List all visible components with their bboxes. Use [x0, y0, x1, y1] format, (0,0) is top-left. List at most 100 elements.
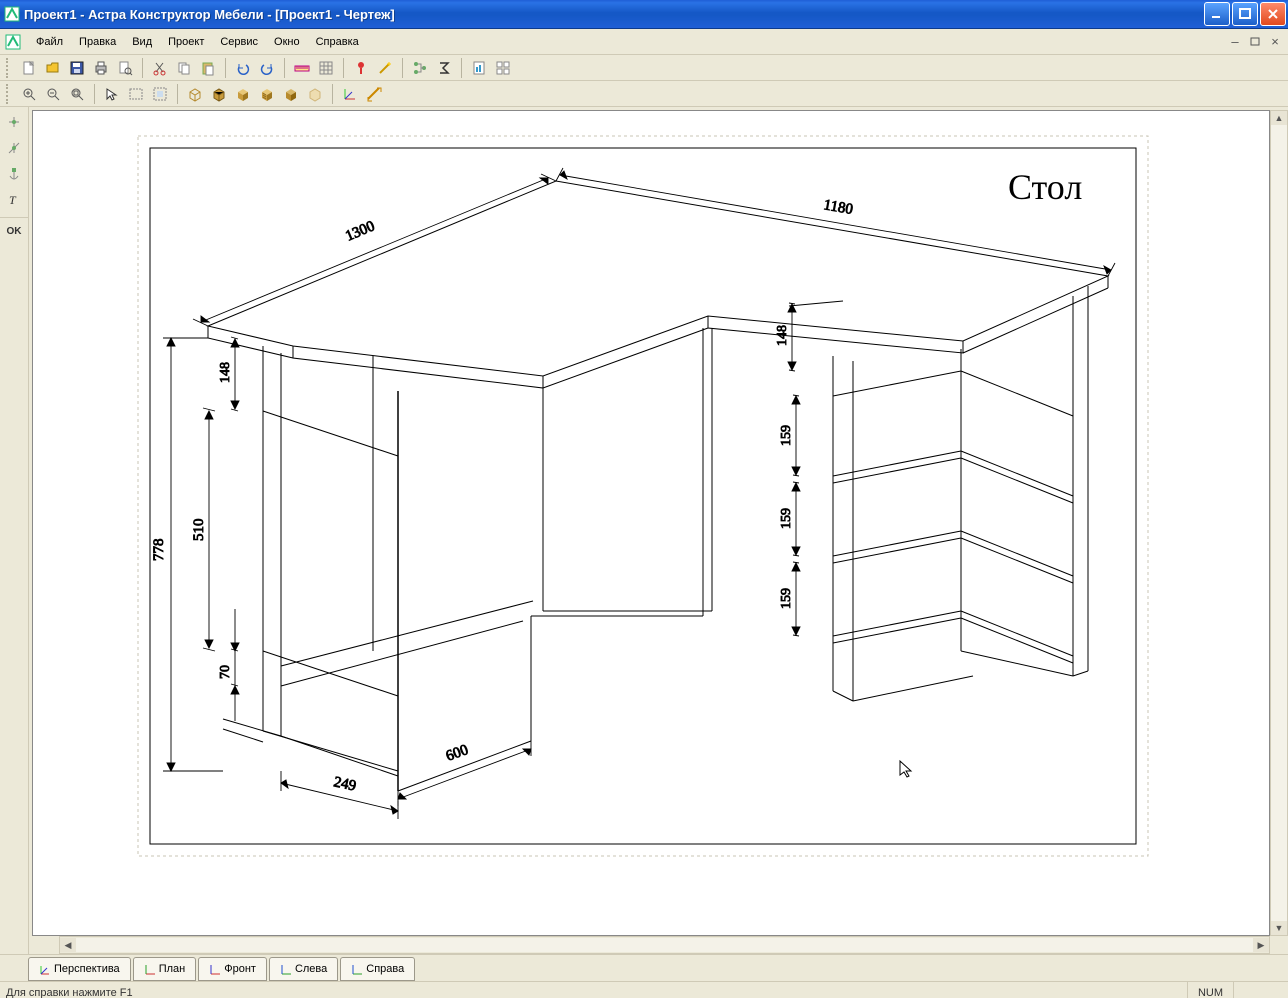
ok-button[interactable]: OK: [7, 226, 22, 237]
tab-label: План: [159, 963, 186, 975]
tab-label: Фронт: [224, 963, 256, 975]
dim-510: 510: [191, 519, 207, 542]
tab-left[interactable]: Слева: [269, 957, 338, 981]
measure-icon[interactable]: [363, 83, 385, 105]
scroll-track[interactable]: [76, 938, 1253, 952]
menubar: Файл Правка Вид Проект Сервис Окно Справ…: [0, 29, 1288, 55]
axis-swatch: [144, 964, 154, 974]
zoom-out-icon[interactable]: [42, 83, 64, 105]
tree-icon[interactable]: [409, 57, 431, 79]
mdi-close-icon[interactable]: ×: [1268, 35, 1282, 49]
sigma-icon[interactable]: [433, 57, 455, 79]
tab-label: Слева: [295, 963, 327, 975]
separator: [343, 58, 344, 78]
separator: [284, 58, 285, 78]
zoom-in-icon[interactable]: [18, 83, 40, 105]
menu-service[interactable]: Сервис: [212, 32, 266, 52]
dim-148b: 148: [775, 325, 790, 346]
separator: [94, 84, 95, 104]
select-icon[interactable]: [101, 83, 123, 105]
scroll-up-icon[interactable]: ▲: [1271, 111, 1287, 125]
snap-z-icon[interactable]: [3, 137, 25, 159]
dim-148a: 148: [218, 362, 233, 383]
text-tool-icon[interactable]: T: [3, 189, 25, 211]
tab-front[interactable]: Фронт: [198, 957, 267, 981]
open-icon[interactable]: [42, 57, 64, 79]
redo-icon[interactable]: [256, 57, 278, 79]
axes-icon[interactable]: [339, 83, 361, 105]
status-hint: Для справки нажмите F1: [6, 987, 133, 998]
tab-plan[interactable]: План: [133, 957, 197, 981]
separator: [0, 217, 28, 218]
dim-159b: 159: [779, 508, 794, 529]
cube-wire-icon[interactable]: [184, 83, 206, 105]
scroll-right-icon[interactable]: ▶: [1253, 938, 1269, 952]
report-icon[interactable]: [468, 57, 490, 79]
cube-solid-icon[interactable]: [208, 83, 230, 105]
status-empty: [1233, 982, 1282, 998]
horizontal-scrollbar[interactable]: ◀ ▶: [59, 936, 1270, 954]
select-all-icon[interactable]: [149, 83, 171, 105]
cube-ghost-icon[interactable]: [304, 83, 326, 105]
tab-label: Справа: [366, 963, 404, 975]
drawing-canvas[interactable]: Стол: [32, 110, 1270, 936]
copy-icon[interactable]: [173, 57, 195, 79]
paste-icon[interactable]: [197, 57, 219, 79]
maximize-button[interactable]: [1232, 2, 1258, 26]
content: T OK Стол: [0, 107, 1288, 954]
statusbar: Для справки нажмите F1 NUM: [0, 981, 1288, 998]
scroll-left-icon[interactable]: ◀: [60, 938, 76, 952]
pin-icon[interactable]: [350, 57, 372, 79]
axis-swatch: [351, 964, 361, 974]
cube-texture-icon[interactable]: [256, 83, 278, 105]
grip-icon[interactable]: [6, 84, 12, 104]
cut-icon[interactable]: [149, 57, 171, 79]
mdi-app-icon: [2, 31, 24, 53]
separator: [142, 58, 143, 78]
zoom-fit-icon[interactable]: [66, 83, 88, 105]
axis-swatch: [209, 964, 219, 974]
tab-perspective[interactable]: Перспектива: [28, 957, 131, 981]
axis-swatch: [280, 964, 290, 974]
separator: [177, 84, 178, 104]
menu-help[interactable]: Справка: [308, 32, 367, 52]
grid-icon[interactable]: [315, 57, 337, 79]
cube-shaded-icon[interactable]: [232, 83, 254, 105]
new-icon[interactable]: [18, 57, 40, 79]
minimize-button[interactable]: [1204, 2, 1230, 26]
snap-xy-icon[interactable]: [3, 111, 25, 133]
wand-icon[interactable]: [374, 57, 396, 79]
menu-file[interactable]: Файл: [28, 32, 71, 52]
print-icon[interactable]: [90, 57, 112, 79]
scroll-down-icon[interactable]: ▼: [1271, 921, 1287, 935]
menu-project[interactable]: Проект: [160, 32, 212, 52]
gallery-icon[interactable]: [492, 57, 514, 79]
status-num: NUM: [1187, 982, 1233, 998]
select-rect-icon[interactable]: [125, 83, 147, 105]
close-button[interactable]: [1260, 2, 1286, 26]
mdi-minimize-icon[interactable]: –: [1228, 35, 1242, 49]
left-toolbar: T OK: [0, 107, 29, 954]
dim-159a: 159: [779, 425, 794, 446]
mdi-restore-icon[interactable]: [1248, 35, 1262, 49]
titlebar: Проект1 - Астра Конструктор Мебели - [Пр…: [0, 0, 1288, 29]
undo-icon[interactable]: [232, 57, 254, 79]
grip-icon[interactable]: [6, 58, 12, 78]
vertical-scrollbar[interactable]: ▲ ▼: [1270, 110, 1288, 936]
cube-alt-icon[interactable]: [280, 83, 302, 105]
print-preview-icon[interactable]: [114, 57, 136, 79]
ruler-icon[interactable]: [291, 57, 313, 79]
separator: [461, 58, 462, 78]
menu-window[interactable]: Окно: [266, 32, 308, 52]
tab-label: Перспектива: [54, 963, 120, 975]
window-controls: [1204, 2, 1286, 26]
separator: [225, 58, 226, 78]
tab-right[interactable]: Справа: [340, 957, 415, 981]
scroll-track[interactable]: [1271, 125, 1287, 921]
menu-view[interactable]: Вид: [124, 32, 160, 52]
toolbar-view: [0, 81, 1288, 107]
separator: [332, 84, 333, 104]
snap-anchor-icon[interactable]: [3, 163, 25, 185]
save-icon[interactable]: [66, 57, 88, 79]
menu-edit[interactable]: Правка: [71, 32, 124, 52]
